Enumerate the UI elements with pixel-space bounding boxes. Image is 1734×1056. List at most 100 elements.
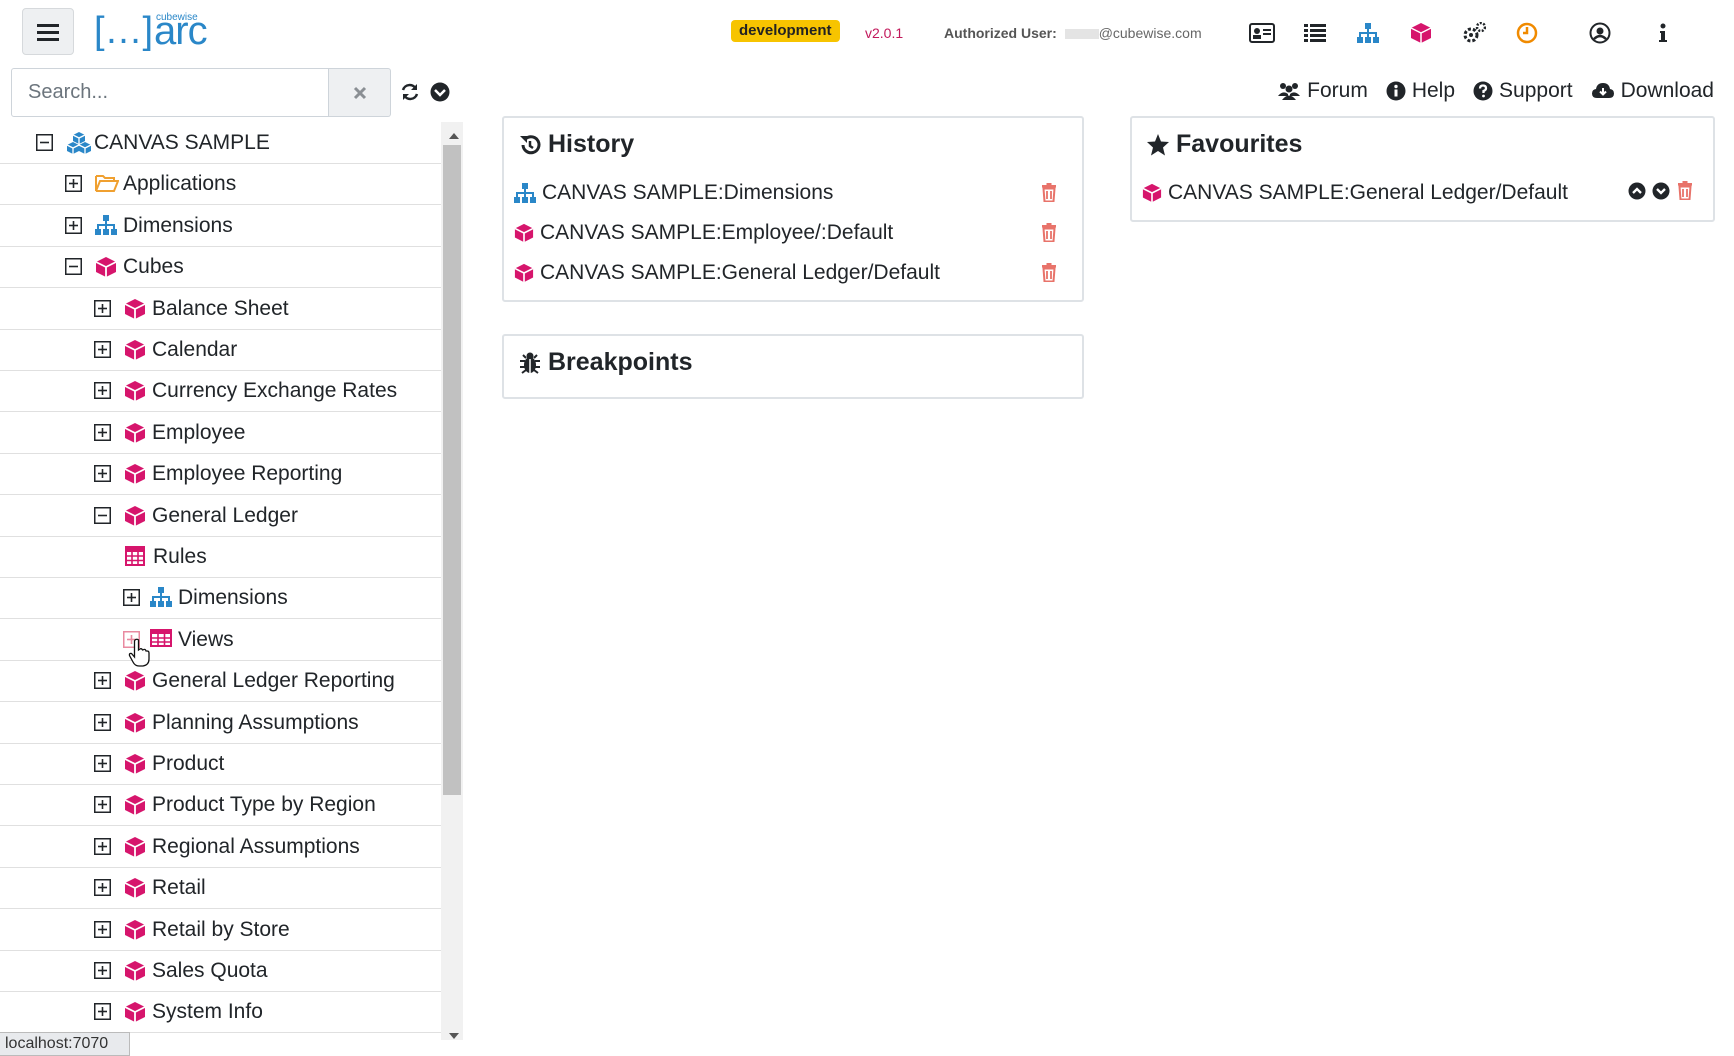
tree-node[interactable]: Regional Assumptions xyxy=(0,826,441,868)
tree-node[interactable]: General Ledger xyxy=(0,495,441,537)
tree-node[interactable]: General Ledger Reporting xyxy=(0,660,441,703)
tree-node[interactable]: Cubes xyxy=(0,246,441,289)
sitemap-icon[interactable] xyxy=(1353,18,1383,48)
trash-icon[interactable] xyxy=(1677,181,1693,200)
gears-icon[interactable] xyxy=(1459,18,1489,48)
info-icon[interactable] xyxy=(1648,18,1678,48)
cube-icon xyxy=(124,877,146,899)
expand-toggle-icon[interactable] xyxy=(94,341,111,358)
clear-search-button[interactable] xyxy=(329,68,391,117)
trash-icon[interactable] xyxy=(1041,183,1057,207)
cube-icon xyxy=(124,463,146,485)
forum-link[interactable]: Forum xyxy=(1277,79,1368,103)
favourite-item-label: CANVAS SAMPLE:General Ledger/Default xyxy=(1168,181,1568,204)
tree-node-label: Calendar xyxy=(152,338,238,361)
cube-icon xyxy=(514,223,534,243)
tree-node[interactable]: Views xyxy=(0,619,441,661)
list-icon[interactable] xyxy=(1300,18,1330,48)
tree-node[interactable]: Employee xyxy=(0,412,441,454)
download-link[interactable]: Download xyxy=(1591,79,1714,103)
sitemap-icon xyxy=(95,214,117,237)
expand-toggle-icon[interactable] xyxy=(94,755,111,772)
favourite-item[interactable]: CANVAS SAMPLE:General Ledger/Default xyxy=(1142,178,1568,208)
tree-node-label: Product Type by Region xyxy=(152,793,376,817)
tree-node[interactable]: Currency Exchange Rates xyxy=(0,370,441,413)
tree-node[interactable]: System Info xyxy=(0,991,441,1034)
cloud-download-icon xyxy=(1591,83,1614,98)
collapse-toggle-icon[interactable] xyxy=(36,134,53,151)
auth-label: Authorized User: xyxy=(944,25,1057,41)
header-links: Forum Help Support Download xyxy=(1277,79,1714,103)
scroll-down-arrow-icon[interactable] xyxy=(448,1027,460,1045)
expand-toggle-icon[interactable] xyxy=(94,796,111,814)
tree-node[interactable]: Product xyxy=(0,743,441,785)
tree-node[interactable]: Sales Quota xyxy=(0,950,441,992)
expand-toggle-icon[interactable] xyxy=(65,216,82,234)
logo-bracket: […] xyxy=(94,10,154,52)
collapse-toggle-icon[interactable] xyxy=(94,506,111,524)
history-item[interactable]: CANVAS SAMPLE:Employee/:Default xyxy=(514,218,893,248)
move-down-icon[interactable] xyxy=(1652,182,1670,200)
history-item[interactable]: CANVAS SAMPLE:General Ledger/Default xyxy=(514,258,940,288)
collapse-toggle-icon[interactable] xyxy=(65,258,82,276)
expand-toggle-icon[interactable] xyxy=(94,423,111,441)
history-title-text: History xyxy=(548,130,635,158)
trash-icon[interactable] xyxy=(1041,223,1057,247)
tree-node[interactable]: CANVAS SAMPLE xyxy=(0,122,441,164)
expand-toggle-icon[interactable] xyxy=(94,382,111,400)
folder-open-icon xyxy=(95,173,120,195)
id-card-icon[interactable] xyxy=(1247,18,1277,48)
clock-icon[interactable] xyxy=(1512,18,1542,48)
scroll-up-arrow-icon[interactable] xyxy=(448,127,460,145)
question-circle-icon xyxy=(1473,81,1493,101)
expand-toggle-icon[interactable] xyxy=(94,920,111,938)
expand-toggle-icon[interactable] xyxy=(94,713,111,731)
help-link[interactable]: Help xyxy=(1386,79,1455,103)
tree-node[interactable]: Calendar xyxy=(0,329,441,371)
expand-toggle-icon[interactable] xyxy=(94,1003,111,1021)
cube-icon xyxy=(124,670,146,692)
tree-node[interactable]: Product Type by Region xyxy=(0,784,441,827)
tree-node[interactable]: Balance Sheet xyxy=(0,288,441,330)
expand-toggle-icon[interactable] xyxy=(94,962,111,979)
cube-icon xyxy=(124,339,146,361)
table-icon xyxy=(150,628,172,651)
tree-node[interactable]: Dimensions xyxy=(0,577,441,620)
expand-toggle-icon[interactable] xyxy=(65,175,82,193)
tree-scrollbar-thumb[interactable] xyxy=(443,145,461,795)
refresh-icon[interactable] xyxy=(400,82,420,107)
trash-icon[interactable] xyxy=(1041,263,1057,287)
star-icon xyxy=(1147,133,1169,155)
search-input[interactable] xyxy=(11,68,329,117)
expand-toggle-icon[interactable] xyxy=(94,465,111,483)
tree-node[interactable]: Applications xyxy=(0,163,441,206)
tree-node[interactable]: Employee Reporting xyxy=(0,453,441,496)
tree-node-label: Product xyxy=(152,752,225,775)
expand-toggle-icon[interactable] xyxy=(94,672,111,690)
tree-node[interactable]: Rules xyxy=(0,536,441,578)
favourites-title-text: Favourites xyxy=(1176,130,1303,158)
tree-node[interactable]: Planning Assumptions xyxy=(0,702,441,744)
expand-toggle-icon[interactable] xyxy=(94,299,111,317)
hamburger-menu-button[interactable] xyxy=(22,8,74,55)
move-up-icon[interactable] xyxy=(1628,182,1646,200)
user-circle-icon[interactable] xyxy=(1585,18,1615,48)
tree-node[interactable]: Retail xyxy=(0,867,441,910)
cube-icon[interactable] xyxy=(1406,18,1436,48)
tree-node-label: Views xyxy=(178,627,234,651)
tree-node[interactable]: Retail by Store xyxy=(0,909,441,951)
tree-node-label: Retail xyxy=(152,876,206,900)
tree-node[interactable]: Dimensions xyxy=(0,205,441,247)
expand-toggle-icon[interactable] xyxy=(123,589,140,607)
expand-toggle-icon[interactable] xyxy=(94,837,111,855)
support-link[interactable]: Support xyxy=(1473,79,1573,103)
chevron-down-circle-icon[interactable] xyxy=(430,82,450,107)
history-item[interactable]: CANVAS SAMPLE:Dimensions xyxy=(514,178,833,208)
tree-node-label: Sales Quota xyxy=(152,959,268,982)
expand-toggle-icon[interactable] xyxy=(94,879,111,897)
cube-icon xyxy=(124,919,146,941)
history-icon xyxy=(520,134,541,154)
help-label: Help xyxy=(1411,79,1456,102)
arc-logo[interactable]: […] cubewise arc xyxy=(94,10,214,52)
hamburger-icon xyxy=(37,23,59,41)
